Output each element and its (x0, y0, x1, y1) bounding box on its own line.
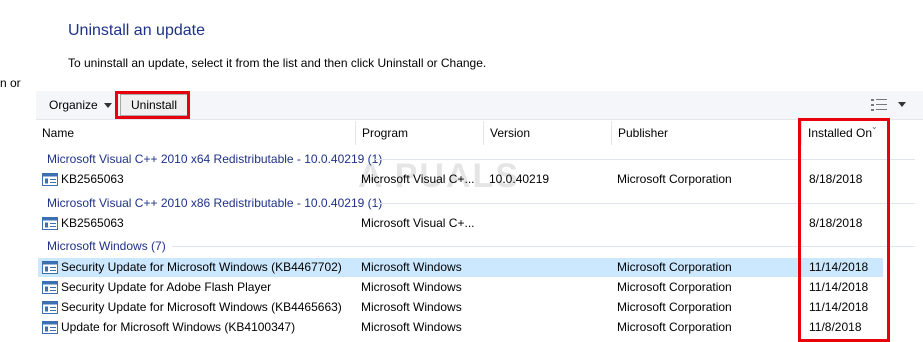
installed-on-highlight-box (798, 118, 890, 342)
chevron-down-icon (103, 103, 112, 109)
row-name: Security Update for Adobe Flash Player (61, 280, 272, 294)
row-version (489, 318, 609, 337)
row-version (489, 278, 609, 297)
organize-label: Organize (49, 98, 98, 112)
row-program: Microsoft Visual C+... (361, 216, 475, 230)
row-name: KB2565063 (61, 172, 124, 186)
row-program: Microsoft Visual C+... (361, 172, 475, 186)
row-publisher: Microsoft Corporation (617, 300, 732, 314)
row-publisher: Microsoft Corporation (617, 172, 732, 186)
column-header-name[interactable]: Name (36, 121, 356, 145)
row-program: Microsoft Windows (361, 260, 462, 274)
column-header-row: Name Program Version Publisher Installed… (36, 121, 923, 145)
row-name: Security Update for Microsoft Windows (K… (61, 300, 342, 314)
update-package-icon (42, 301, 58, 314)
row-publisher: Microsoft Corporation (617, 320, 732, 334)
view-details-icon[interactable] (870, 97, 888, 113)
column-header-publisher[interactable]: Publisher (612, 121, 802, 145)
row-publisher: Microsoft Corporation (617, 280, 732, 294)
row-version (489, 214, 609, 233)
row-name: KB2565063 (61, 216, 124, 230)
update-package-icon (42, 281, 58, 294)
row-version: 10.0.40219 (489, 172, 550, 186)
row-publisher (617, 214, 797, 233)
group-header-microsoft-windows[interactable]: Microsoft Windows (7) (47, 239, 166, 253)
list-item[interactable]: Security Update for Microsoft Windows (K… (38, 298, 883, 317)
clipped-side-text: n or (0, 76, 21, 90)
uninstall-highlight-box (115, 91, 190, 119)
update-package-icon (42, 173, 58, 186)
list-item[interactable]: KB2565063 Microsoft Visual C+... 8/18/20… (38, 214, 883, 233)
group-header-vcpp-x64[interactable]: Microsoft Visual C++ 2010 x64 Redistribu… (47, 152, 382, 166)
column-header-program[interactable]: Program (356, 121, 484, 145)
row-program: Microsoft Windows (361, 280, 462, 294)
update-package-icon (42, 217, 58, 230)
update-package-icon (42, 321, 58, 334)
row-version (489, 298, 609, 317)
list-item-selected[interactable]: Security Update for Microsoft Windows (K… (38, 258, 883, 277)
organize-menu-button[interactable]: Organize (49, 98, 112, 112)
row-program: Microsoft Windows (361, 320, 462, 334)
list-item[interactable]: Update for Microsoft Windows (KB4100347)… (38, 318, 883, 337)
row-name: Security Update for Microsoft Windows (K… (61, 260, 342, 274)
column-header-version[interactable]: Version (484, 121, 612, 145)
page-title: Uninstall an update (68, 22, 205, 39)
row-version (489, 258, 609, 277)
list-item[interactable]: Security Update for Adobe Flash Player M… (38, 278, 883, 297)
update-package-icon (42, 261, 58, 274)
row-publisher: Microsoft Corporation (617, 260, 732, 274)
row-program: Microsoft Windows (361, 300, 462, 314)
group-header-vcpp-x86[interactable]: Microsoft Visual C++ 2010 x86 Redistribu… (47, 196, 382, 210)
page-description: To uninstall an update, select it from t… (68, 56, 487, 70)
view-options-chevron-icon[interactable] (898, 102, 906, 107)
row-name: Update for Microsoft Windows (KB4100347) (61, 320, 296, 334)
list-item[interactable]: KB2565063 Microsoft Visual C+... 10.0.40… (38, 170, 883, 189)
